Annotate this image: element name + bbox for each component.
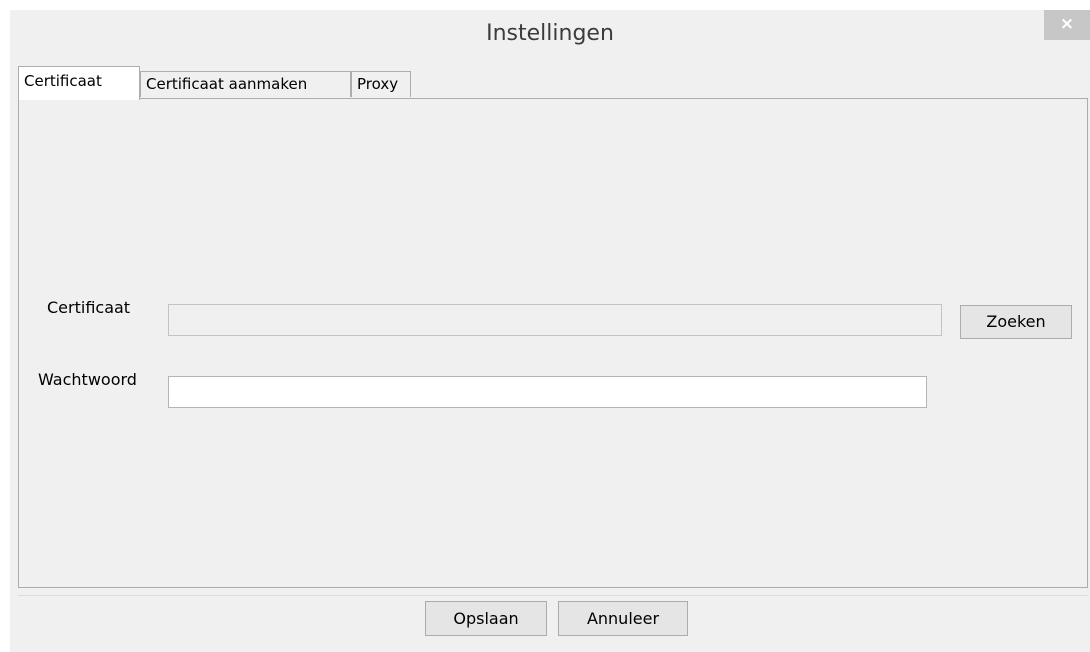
dialog-title: Instellingen — [486, 21, 614, 46]
password-label: Wachtwoord — [38, 370, 137, 389]
settings-dialog: Instellingen × Certificaat Certificaat a… — [10, 10, 1090, 652]
save-button[interactable]: Opslaan — [425, 601, 547, 636]
cancel-button[interactable]: Annuleer — [558, 601, 688, 636]
title-bar: Instellingen × — [10, 10, 1090, 60]
footer-divider — [18, 595, 1088, 596]
tab-proxy[interactable]: Proxy — [351, 71, 411, 97]
tab-certificaat-aanmaken[interactable]: Certificaat aanmaken — [140, 71, 351, 97]
tab-bar: Certificaat Certificaat aanmaken Proxy — [18, 65, 1088, 100]
certificate-path-field[interactable] — [168, 304, 942, 336]
certificate-label: Certificaat — [47, 298, 131, 317]
close-icon: × — [1059, 14, 1075, 34]
search-button[interactable]: Zoeken — [960, 305, 1072, 339]
tab-certificaat[interactable]: Certificaat — [18, 66, 140, 100]
close-button[interactable]: × — [1044, 10, 1090, 40]
password-field[interactable] — [168, 376, 927, 408]
certificate-tab-panel: Certificaat Zoeken Wachtwoord — [18, 98, 1088, 588]
